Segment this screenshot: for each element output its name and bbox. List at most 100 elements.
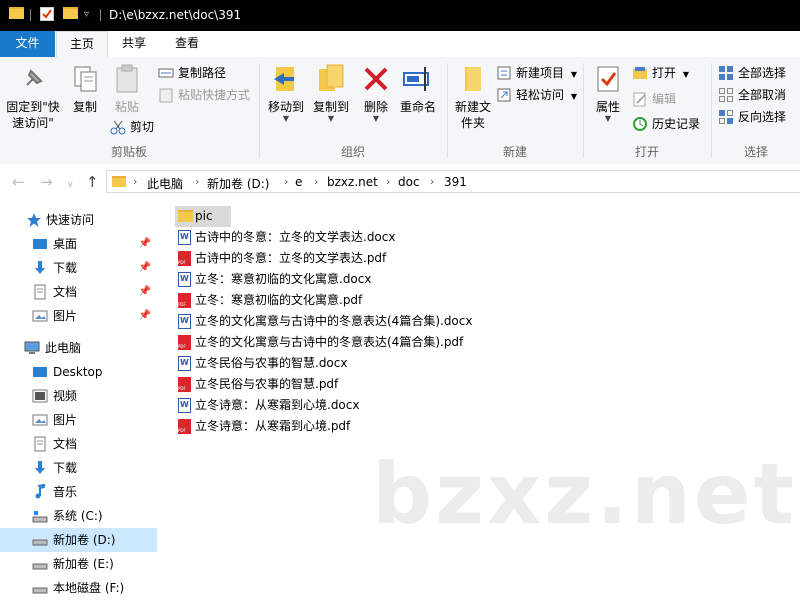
list-item[interactable]: 立冬：寒意初临的文化寓意.docx [175,269,371,290]
properties-icon[interactable] [40,7,54,21]
breadcrumb-bzxz[interactable]: bzxz.net [327,175,378,189]
paste-button[interactable]: 粘贴 [108,63,146,115]
chevron-right-icon[interactable]: › [386,175,390,188]
forward-arrow-icon[interactable]: → [40,174,53,190]
recent-locations-icon[interactable]: ∨ [67,177,74,193]
address-bar[interactable]: › 此电脑 › 新加卷 (D:) › e › bzxz.net › doc › … [106,170,800,193]
list-item[interactable]: 立冬民俗与农事的智慧.pdf [175,374,338,395]
select-group-label: 选择 [743,145,768,159]
nav-videos[interactable]: 视频 [0,384,157,408]
pin-icon[interactable]: 📌 [139,256,151,280]
list-item[interactable]: 立冬：寒意初临的文化寓意.pdf [175,290,362,311]
chevron-down-icon: ▼ [570,70,577,79]
edit-button[interactable]: 编辑 [632,89,676,109]
list-item[interactable]: pic [175,206,231,227]
new-group-label: 新建 [502,145,527,159]
copy-button[interactable]: 复制 [66,63,104,115]
drive-icon [32,539,48,546]
select-all-button[interactable]: 全部选择 [718,63,786,83]
pin-icon [17,63,49,95]
nav-downloads[interactable]: 下载 [0,456,157,480]
file-name: 立冬的文化寓意与古诗中的冬意表达(4篇合集).pdf [195,335,464,349]
list-item[interactable]: 立冬民俗与农事的智慧.docx [175,353,347,374]
paste-shortcut-button[interactable]: 粘贴快捷方式 [158,85,250,105]
breadcrumb-doc[interactable]: doc [398,175,420,189]
nav-drive-e[interactable]: 新加卷 (E:) [0,552,157,576]
breadcrumb-e[interactable]: e [295,175,302,189]
window-title: D:\e\bzxz.net\doc\391 [109,8,242,22]
chevron-right-icon[interactable]: › [195,175,199,188]
video-icon [32,389,48,403]
pin-quick-access-button[interactable]: 固定到"快速访问" [4,63,62,131]
select-none-button[interactable]: 全部取消 [718,85,786,105]
open-group-label: 打开 [634,145,659,159]
move-to-button[interactable]: 移动到 ▼ [264,63,308,123]
nav-drive-c[interactable]: 系统 (C:) [0,504,157,528]
nav-this-pc[interactable]: 此电脑 [0,336,157,360]
open-group: 属性 ▼ 打开 ▼ 编辑 历史记录 打开 [584,57,710,164]
nav-documents-pinned[interactable]: 文档 📌 [0,280,157,304]
up-arrow-icon[interactable]: ↑ [86,174,99,190]
invert-selection-button[interactable]: 反向选择 [718,107,786,127]
new-folder-icon[interactable] [63,7,78,19]
breadcrumb-this-pc[interactable]: 此电脑 [147,175,183,192]
chevron-right-icon[interactable]: › [314,175,318,188]
new-folder-icon [457,63,489,95]
nav-pictures-pinned[interactable]: 图片 📌 [0,304,157,328]
chevron-right-icon[interactable]: › [430,175,434,188]
chevron-right-icon[interactable]: › [284,175,288,188]
nav-desktop[interactable]: Desktop [0,360,157,384]
nav-drive-d[interactable]: 新加卷 (D:) [0,528,157,552]
nav-documents[interactable]: 文档 [0,432,157,456]
nav-pictures[interactable]: 图片 [0,408,157,432]
list-item[interactable]: 古诗中的冬意：立冬的文学表达.docx [175,227,395,248]
new-folder-button[interactable]: 新建文件夹 [450,63,496,131]
tab-view[interactable]: 查看 [160,31,214,57]
list-item[interactable]: 立冬诗意：从寒霜到心境.pdf [175,416,350,437]
tab-home[interactable]: 主页 [56,31,108,58]
tab-file[interactable]: 文件 [0,31,55,57]
breadcrumb-drive-d[interactable]: 新加卷 (D:) [207,175,269,192]
copy-to-button[interactable]: 复制到 ▼ [308,63,354,123]
cut-button[interactable]: 剪切 [110,117,154,137]
copy-path-button[interactable]: 复制路径 [158,63,226,83]
picture-icon [32,310,48,322]
properties-button[interactable]: 属性 ▼ [590,63,626,123]
nav-drive-f[interactable]: 本地磁盘 (F:) [0,576,157,600]
customize-quick-access-icon[interactable]: ▿ [84,9,89,25]
nav-downloads-pinned[interactable]: 下载 📌 [0,256,157,280]
open-button[interactable]: 打开 ▼ [632,63,689,83]
download-icon [35,261,45,274]
list-item[interactable]: 立冬的文化寓意与古诗中的冬意表达(4篇合集).pdf [175,332,463,353]
copy-path-icon [158,65,174,81]
pin-icon[interactable]: 📌 [139,232,151,256]
new-group: 新建文件夹 新建项目 ▼ 轻松访问 ▼ 新建 [448,57,582,164]
document-icon [34,284,46,300]
desktop-icon [33,239,47,249]
rename-button[interactable]: 重命名 [396,63,440,115]
nav-music[interactable]: 音乐 [0,480,157,504]
paste-shortcut-label: 粘贴快捷方式 [178,88,251,102]
back-arrow-icon[interactable]: ← [12,174,25,190]
list-item[interactable]: 古诗中的冬意：立冬的文学表达.pdf [175,248,386,269]
chevron-down-icon: ▼ [282,114,290,123]
list-item[interactable]: 立冬诗意：从寒霜到心境.docx [175,395,359,416]
delete-button[interactable]: 删除 ▼ [360,63,392,123]
tab-share[interactable]: 共享 [108,31,160,57]
nav-desktop-pinned[interactable]: 桌面 📌 [0,232,157,256]
word-document-icon [178,398,191,413]
nav-quick-access[interactable]: 快速访问 [0,208,157,232]
pdf-icon [178,419,191,434]
breadcrumb-391[interactable]: 391 [444,175,467,189]
history-icon [632,116,648,132]
pin-icon[interactable]: 📌 [139,280,151,304]
delete-icon [360,63,392,95]
list-item[interactable]: 立冬的文化寓意与古诗中的冬意表达(4篇合集).docx [175,311,472,332]
pin-icon[interactable]: 📌 [139,304,151,328]
easy-access-button[interactable]: 轻松访问 ▼ [496,85,577,105]
chevron-right-icon[interactable]: › [133,175,137,188]
ribbon-tabs: 文件 主页 共享 查看 [0,31,800,58]
new-item-button[interactable]: 新建项目 ▼ [496,63,577,83]
history-button[interactable]: 历史记录 [632,114,700,134]
history-label: 历史记录 [652,117,701,131]
